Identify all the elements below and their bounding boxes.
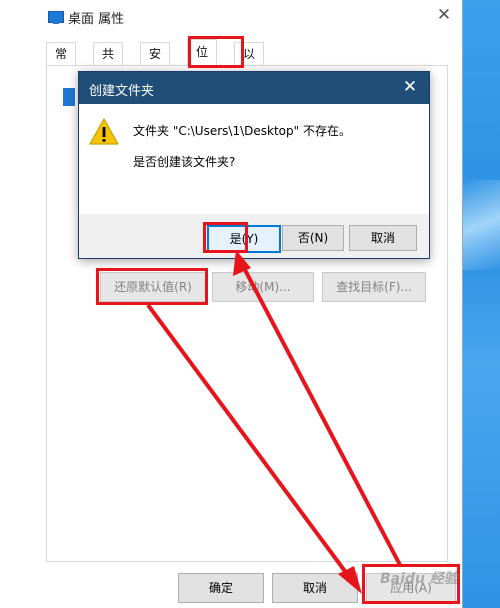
ok-button[interactable]: 确定	[178, 573, 264, 603]
yes-button[interactable]: 是(Y)	[207, 225, 281, 253]
tab-security[interactable]: 安全	[140, 42, 171, 83]
tab-sharing[interactable]: 共享	[93, 42, 124, 83]
tab-general[interactable]: 常规	[46, 42, 77, 83]
window-titlebar: 桌面 属性 ✕	[0, 0, 462, 34]
move-button[interactable]: 移动(M)...	[212, 272, 314, 302]
dialog-titlebar: 创建文件夹 ✕	[79, 72, 429, 104]
dialog-question: 是否创建该文件夹?	[133, 155, 236, 169]
find-target-button[interactable]: 查找目标(F)...	[322, 272, 426, 302]
window-title: 桌面 属性	[68, 12, 125, 27]
desktop-background	[462, 0, 500, 608]
desktop-background-highlight	[462, 180, 500, 270]
window-close-button[interactable]: ✕	[432, 3, 456, 27]
restore-default-button[interactable]: 还原默认值(R)	[100, 272, 206, 302]
watermark: Baidu 经验	[380, 571, 458, 587]
dialog-cancel-button[interactable]: 取消	[349, 225, 417, 251]
dialog-title: 创建文件夹	[89, 84, 155, 99]
monitor-icon	[48, 11, 64, 24]
folder-icon	[63, 88, 75, 106]
create-folder-dialog: 创建文件夹 ✕ 文件夹 "C:\Users\1\Desktop" 不存在。 是否…	[78, 71, 430, 259]
dialog-message: 文件夹 "C:\Users\1\Desktop" 不存在。	[133, 124, 351, 138]
cancel-button[interactable]: 取消	[272, 573, 358, 603]
dialog-close-button[interactable]: ✕	[399, 76, 421, 98]
tab-location[interactable]: 位置	[187, 39, 218, 84]
no-button[interactable]: 否(N)	[282, 225, 344, 251]
tab-previous-versions[interactable]: 以前的版本	[234, 42, 265, 149]
dialog-body: 文件夹 "C:\Users\1\Desktop" 不存在。 是否创建该文件夹?	[79, 104, 429, 214]
warning-icon	[89, 118, 119, 145]
